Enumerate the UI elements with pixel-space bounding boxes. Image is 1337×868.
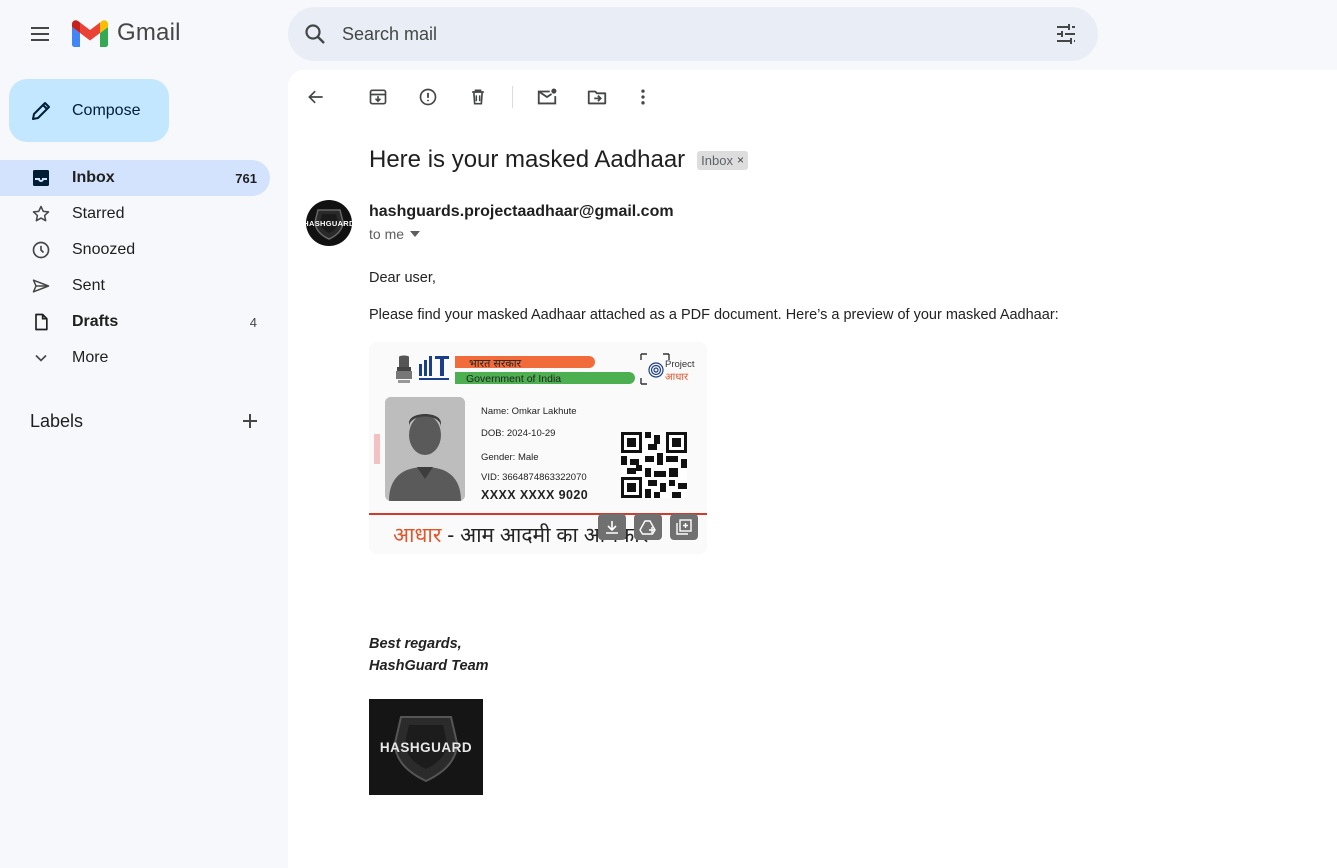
sidebar-item-label: Drafts (72, 313, 119, 330)
sidebar-item-more[interactable]: More (0, 340, 270, 376)
message-pane: Here is your masked Aadhaar Inbox × HASH… (288, 70, 1337, 868)
labels-section: Labels (30, 405, 270, 437)
add-to-photos-icon[interactable] (670, 514, 698, 540)
slogan-aadhaar: आधार (393, 524, 442, 547)
subject-row: Here is your masked Aadhaar Inbox × (369, 146, 748, 174)
sidebar-item-sent[interactable]: Sent (0, 268, 270, 304)
card-gender: Gender: Male (481, 452, 539, 463)
app-name: Gmail (117, 19, 181, 46)
report-spam-icon[interactable] (410, 79, 446, 115)
archive-icon[interactable] (360, 79, 396, 115)
avatar[interactable]: HASHGUARD (306, 200, 352, 246)
card-dob: DOB: 2024-10-29 (481, 428, 556, 439)
draft-count: 4 (249, 314, 257, 330)
pencil-icon (29, 99, 53, 123)
search-bar[interactable] (288, 7, 1098, 61)
label-chip[interactable]: Inbox × (697, 150, 748, 170)
signoff-line-1: Best regards, (369, 636, 462, 652)
sidebar-item-label: Inbox (72, 169, 115, 186)
hamburger-menu-icon (28, 22, 52, 46)
gmail-logo[interactable]: Gmail (72, 19, 181, 47)
send-icon (29, 274, 53, 298)
mark-unread-icon[interactable] (529, 79, 565, 115)
main-menu-button[interactable] (20, 14, 60, 54)
sidebar-item-label: Sent (72, 277, 105, 294)
move-to-icon[interactable] (579, 79, 615, 115)
sidebar-nav: Inbox 761 Starred Snoozed Sent Drafts 4 … (0, 160, 270, 376)
gov-hindi-text: भारत सरकार (469, 358, 522, 370)
star-icon (29, 202, 53, 226)
inbox-icon (29, 166, 53, 190)
side-stripe (374, 434, 380, 464)
sidebar-item-snoozed[interactable]: Snoozed (0, 232, 270, 268)
draft-icon (29, 310, 53, 334)
attachment-hover-actions (598, 514, 698, 540)
caret-down-icon (410, 231, 421, 237)
sidebar-item-drafts[interactable]: Drafts 4 (0, 304, 270, 340)
national-emblem-icon (396, 355, 412, 383)
email-subject: Here is your masked Aadhaar (369, 146, 686, 173)
card-masked-number: XXXX XXXX 9020 (481, 488, 589, 502)
email-greeting: Dear user, (369, 270, 436, 286)
project-aadhaar-label: आधार (665, 372, 689, 383)
recipient-details-toggle[interactable]: to me (369, 226, 421, 242)
sidebar-item-starred[interactable]: Starred (0, 196, 270, 232)
search-icon[interactable] (288, 7, 342, 61)
compose-label: Compose (72, 101, 141, 119)
sidebar-item-label: Snoozed (72, 241, 136, 258)
compose-button[interactable]: Compose (9, 79, 169, 142)
add-to-drive-icon[interactable] (634, 514, 662, 540)
back-arrow-icon[interactable] (298, 79, 334, 115)
sidebar-item-label: Starred (72, 205, 125, 222)
message-toolbar (298, 78, 661, 116)
recipient-text: to me (369, 226, 405, 242)
plus-icon[interactable] (234, 405, 266, 437)
more-vert-icon[interactable] (625, 79, 661, 115)
profile-placeholder-photo (385, 397, 465, 501)
clock-icon (29, 238, 53, 262)
gov-english-text: Government of India (466, 373, 562, 385)
sidebar-item-label: More (72, 349, 109, 366)
unread-count: 761 (235, 170, 257, 186)
meity-logo-icon (419, 356, 449, 380)
download-icon[interactable] (598, 514, 626, 540)
aadhaar-preview-image[interactable]: भारत सरकार Government of India Project आ… (369, 342, 707, 554)
signoff-line-2: HashGuard Team (369, 658, 489, 674)
card-vid: VID: 3664874863322070 (481, 472, 587, 483)
hashguard-logo-image: HASHGUARD (369, 699, 483, 795)
remove-label-button[interactable]: × (737, 153, 744, 167)
labels-title: Labels (30, 410, 84, 431)
avatar-text: HASHGUARD (306, 218, 352, 228)
qr-code-icon (621, 432, 687, 498)
sender-email[interactable]: hashguards.projectaadhaar@gmail.com (369, 203, 674, 221)
card-name: Name: Omkar Lakhute (481, 406, 577, 417)
chevron-down-icon (29, 346, 53, 370)
gmail-m-logo-icon (72, 19, 108, 47)
email-body: Please find your masked Aadhaar attached… (369, 307, 1059, 323)
label-chip-text: Inbox (701, 152, 733, 168)
sidebar-item-inbox[interactable]: Inbox 761 (0, 160, 270, 196)
hashguard-logo-text: HASHGUARD (379, 739, 473, 755)
delete-icon[interactable] (460, 79, 496, 115)
toolbar-divider (512, 86, 513, 108)
tune-icon[interactable] (1046, 14, 1086, 54)
search-input[interactable] (342, 7, 1046, 61)
